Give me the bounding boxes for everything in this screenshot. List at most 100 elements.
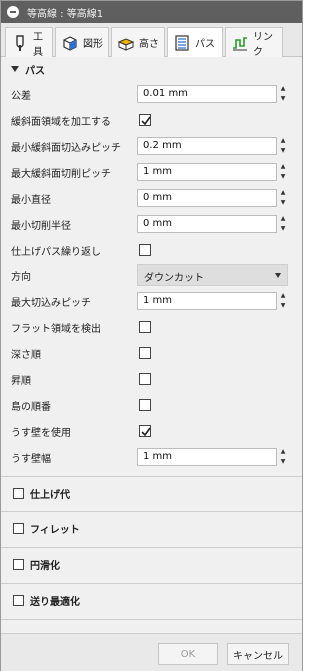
- machine-shallow-checkbox[interactable]: [139, 114, 151, 126]
- min-diameter-stepper[interactable]: ▲ ▼: [278, 189, 288, 207]
- group-stock-to-leave[interactable]: 仕上げ代: [1, 476, 302, 510]
- tab-linking[interactable]: リンク: [225, 27, 283, 58]
- passes-icon: [173, 34, 191, 52]
- up-arrow-icon[interactable]: ▲: [281, 448, 286, 456]
- row-use-walls: うす壁を使用: [1, 418, 302, 444]
- island-order-label: 島の順番: [11, 401, 51, 413]
- checkmark-icon: [141, 427, 151, 437]
- dialog-window: 等高線 : 等高線1 工具 図形 高さ パス リンク パス 公差 0.01 mm…: [0, 0, 303, 671]
- tab-tool[interactable]: 工具: [5, 27, 53, 58]
- row-min-cut-radius: 最小切削半径 0 mm ▲ ▼: [1, 211, 302, 237]
- ascending-checkbox[interactable]: [139, 373, 151, 385]
- direction-label: 方向: [11, 271, 31, 283]
- max-stepdown-stepper[interactable]: ▲ ▼: [278, 292, 288, 310]
- row-ascending: 昇順: [1, 366, 302, 392]
- up-arrow-icon[interactable]: ▲: [281, 163, 286, 171]
- wall-width-stepper[interactable]: ▲ ▼: [278, 448, 288, 466]
- max-shallow-stepover-input[interactable]: 1 mm: [137, 163, 277, 181]
- cancel-button[interactable]: キャンセル: [227, 643, 289, 665]
- repeat-finishing-checkbox[interactable]: [139, 244, 151, 256]
- feed-optimization-checkbox[interactable]: [13, 595, 24, 606]
- window-title: 等高線 : 等高線1: [27, 8, 104, 20]
- row-island-order: 島の順番: [1, 392, 302, 418]
- footer-bar: OK キャンセル: [1, 633, 302, 671]
- min-diameter-label: 最小直径: [11, 194, 51, 206]
- detect-flat-label: フラット領域を検出: [11, 323, 101, 335]
- stock-to-leave-label: 仕上げ代: [30, 490, 70, 501]
- row-repeat-finishing: 仕上げパス繰り返し: [1, 237, 302, 263]
- direction-value: ダウンカット: [144, 273, 204, 284]
- min-shallow-stepdown-label: 最小緩斜面切込みピッチ: [11, 142, 121, 154]
- min-cut-radius-input[interactable]: 0 mm: [137, 215, 277, 233]
- tolerance-input[interactable]: 0.01 mm: [137, 85, 277, 103]
- tolerance-label: 公差: [11, 90, 31, 102]
- up-arrow-icon[interactable]: ▲: [281, 215, 286, 223]
- geometry-icon: [61, 34, 79, 52]
- tab-linking-label: リンク: [253, 31, 273, 58]
- tab-geometry-label: 図形: [83, 39, 103, 50]
- island-order-checkbox[interactable]: [139, 399, 151, 411]
- group-fillets[interactable]: フィレット: [1, 511, 302, 545]
- row-depth-order: 深さ順: [1, 340, 302, 366]
- min-diameter-input[interactable]: 0 mm: [137, 189, 277, 207]
- down-arrow-icon[interactable]: ▼: [281, 173, 286, 181]
- up-arrow-icon[interactable]: ▲: [281, 189, 286, 197]
- link-icon: [231, 34, 249, 52]
- tab-bar: 工具 図形 高さ パス リンク: [1, 23, 302, 58]
- down-arrow-icon[interactable]: ▼: [281, 147, 286, 155]
- tab-passes[interactable]: パス: [167, 27, 223, 57]
- tab-geometry[interactable]: 図形: [55, 27, 109, 57]
- ascending-label: 昇順: [11, 375, 31, 387]
- tab-passes-label: パス: [195, 39, 215, 50]
- max-shallow-stepover-stepper[interactable]: ▲ ▼: [278, 163, 288, 181]
- section-title: パス: [25, 65, 45, 77]
- min-cut-radius-stepper[interactable]: ▲ ▼: [278, 215, 288, 233]
- wall-width-label: うす壁幅: [11, 453, 51, 465]
- use-walls-checkbox[interactable]: [139, 425, 151, 437]
- row-tolerance: 公差 0.01 mm ▲ ▼: [1, 81, 302, 107]
- up-arrow-icon[interactable]: ▲: [281, 137, 286, 145]
- down-arrow-icon[interactable]: ▼: [281, 199, 286, 207]
- max-stepdown-label: 最大切込みピッチ: [11, 297, 91, 309]
- down-arrow-icon[interactable]: ▼: [281, 95, 286, 103]
- min-shallow-stepdown-stepper[interactable]: ▲ ▼: [278, 137, 288, 155]
- group-feed-optimization[interactable]: 送り最適化: [1, 583, 302, 617]
- depth-order-label: 深さ順: [11, 349, 41, 361]
- group-smoothing[interactable]: 円滑化: [1, 547, 302, 581]
- min-cut-radius-label: 最小切削半径: [11, 220, 71, 232]
- collapse-triangle-icon: [11, 66, 19, 72]
- fillets-checkbox[interactable]: [13, 523, 24, 534]
- row-max-stepdown: 最大切込みピッチ 1 mm ▲ ▼: [1, 288, 302, 314]
- row-direction: 方向 ダウンカット: [1, 262, 302, 288]
- smoothing-checkbox[interactable]: [13, 559, 24, 570]
- detect-flat-checkbox[interactable]: [139, 321, 151, 333]
- row-max-shallow-stepover: 最大緩斜面切削ピッチ 1 mm ▲ ▼: [1, 159, 302, 185]
- row-min-shallow-stepdown: 最小緩斜面切込みピッチ 0.2 mm ▲ ▼: [1, 133, 302, 159]
- checkmark-icon: [141, 116, 151, 126]
- stock-to-leave-checkbox[interactable]: [13, 488, 24, 499]
- tab-tool-label: 工具: [33, 31, 43, 58]
- smoothing-label: 円滑化: [30, 561, 60, 572]
- tab-heights-label: 高さ: [139, 39, 159, 50]
- close-icon[interactable]: [7, 6, 19, 18]
- fillets-label: フィレット: [30, 525, 80, 536]
- min-shallow-stepdown-input[interactable]: 0.2 mm: [137, 137, 277, 155]
- up-arrow-icon[interactable]: ▲: [281, 292, 286, 300]
- passes-section-header[interactable]: パス: [1, 57, 302, 81]
- machine-shallow-label: 緩斜面領域を加工する: [11, 116, 111, 128]
- wall-width-input[interactable]: 1 mm: [137, 448, 277, 466]
- down-arrow-icon[interactable]: ▼: [281, 458, 286, 466]
- max-stepdown-input[interactable]: 1 mm: [137, 292, 277, 310]
- max-shallow-stepover-label: 最大緩斜面切削ピッチ: [11, 168, 111, 180]
- tab-heights[interactable]: 高さ: [111, 27, 165, 57]
- tolerance-stepper[interactable]: ▲ ▼: [278, 85, 288, 103]
- up-arrow-icon[interactable]: ▲: [281, 85, 286, 93]
- title-bar: 等高線 : 等高線1: [1, 1, 302, 23]
- ok-button[interactable]: OK: [158, 643, 218, 665]
- down-arrow-icon[interactable]: ▼: [281, 225, 286, 233]
- down-arrow-icon[interactable]: ▼: [281, 302, 286, 310]
- height-icon: [117, 34, 135, 52]
- tool-icon: [11, 34, 29, 52]
- depth-order-checkbox[interactable]: [139, 347, 151, 359]
- direction-select[interactable]: ダウンカット: [137, 264, 288, 286]
